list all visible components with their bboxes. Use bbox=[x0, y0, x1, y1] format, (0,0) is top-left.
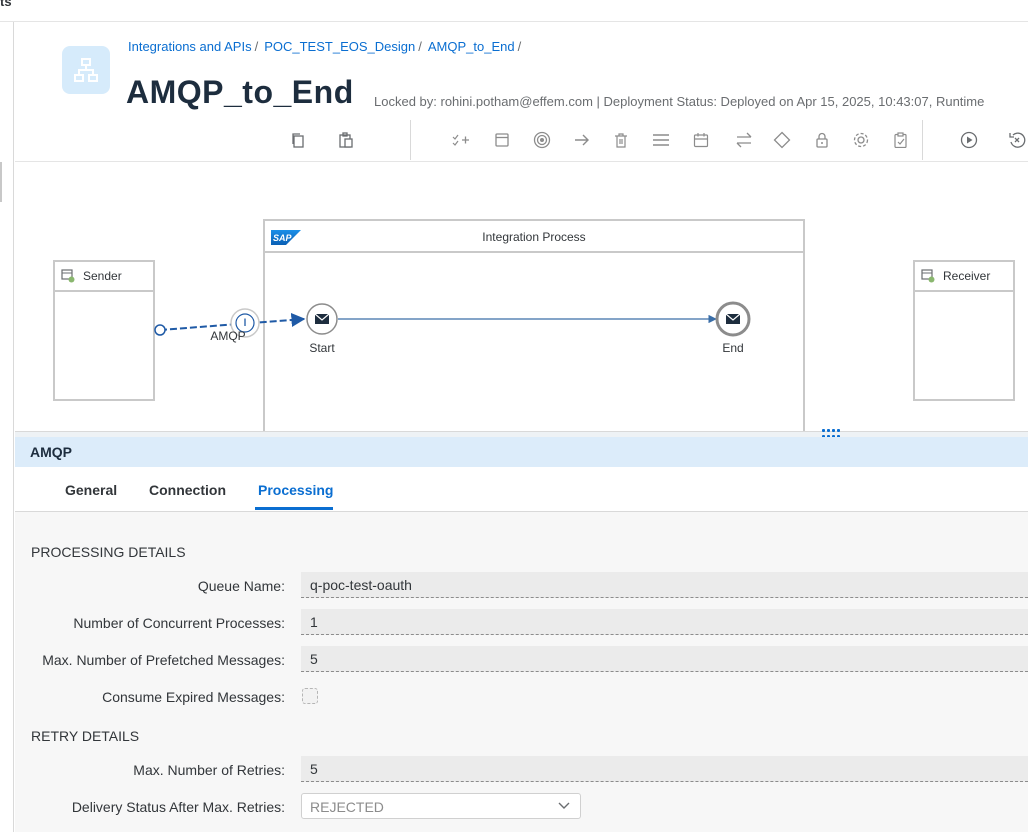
tab-processing[interactable]: Processing bbox=[258, 482, 333, 498]
integration-flow-icon bbox=[62, 46, 110, 94]
canvas-toolbar bbox=[15, 120, 1028, 160]
max-retries-label: Max. Number of Retries: bbox=[133, 762, 285, 778]
breadcrumb-link-integrations[interactable]: Integrations and APIs bbox=[128, 39, 252, 54]
delivery-status-value: REJECTED bbox=[310, 799, 384, 815]
object-header: Integrations and APIs / POC_TEST_EOS_Desig… bbox=[15, 22, 1028, 162]
tab-connection[interactable]: Connection bbox=[149, 482, 226, 498]
active-tab-indicator bbox=[255, 507, 333, 510]
copy-icon[interactable] bbox=[286, 128, 310, 152]
processing-form: PROCESSING DETAILS Queue Name: q-poc-tes… bbox=[15, 512, 1028, 832]
process-canvas[interactable]: Sender SAP Integration Process Receiver bbox=[15, 162, 1028, 432]
delivery-status-label: Delivery Status After Max. Retries: bbox=[71, 799, 285, 815]
delete-icon[interactable] bbox=[609, 128, 633, 152]
queue-name-input[interactable]: q-poc-test-oauth bbox=[301, 572, 1028, 598]
breadcrumb-separator: / bbox=[418, 39, 422, 54]
gateway-icon[interactable] bbox=[770, 128, 794, 152]
delivery-status-select[interactable]: REJECTED bbox=[301, 793, 581, 819]
breadcrumb-link-package[interactable]: POC_TEST_EOS_Design bbox=[264, 39, 415, 54]
left-rail-marker bbox=[0, 162, 2, 202]
undo-icon[interactable] bbox=[1005, 128, 1028, 152]
toolbar-separator bbox=[410, 120, 411, 160]
start-event-icon[interactable] bbox=[306, 303, 338, 335]
processing-details-heading: PROCESSING DETAILS bbox=[31, 544, 186, 560]
concurrent-processes-input[interactable]: 1 bbox=[301, 609, 1028, 635]
chevron-down-icon bbox=[558, 802, 570, 809]
queue-name-label: Queue Name: bbox=[197, 578, 285, 594]
breadcrumb: Integrations and APIs / POC_TEST_EOS_Desig… bbox=[128, 39, 527, 54]
start-label: Start bbox=[309, 341, 335, 355]
end-label: End bbox=[722, 341, 744, 355]
end-event-icon[interactable] bbox=[715, 301, 751, 337]
add-validation-icon[interactable] bbox=[449, 128, 473, 152]
play-icon[interactable] bbox=[957, 128, 981, 152]
channel-start-handle[interactable] bbox=[154, 324, 166, 336]
lock-deployment-status: Locked by: rohini.potham@effem.com | Dep… bbox=[374, 94, 985, 109]
consume-expired-label: Consume Expired Messages: bbox=[102, 689, 285, 705]
left-rail bbox=[0, 22, 14, 832]
paste-icon[interactable] bbox=[334, 128, 358, 152]
consume-expired-checkbox[interactable] bbox=[302, 688, 318, 704]
frame-icon[interactable] bbox=[490, 128, 514, 152]
target-icon[interactable] bbox=[530, 128, 554, 152]
prefetched-messages-label: Max. Number of Prefetched Messages: bbox=[42, 652, 285, 668]
clipboard-check-icon[interactable] bbox=[889, 128, 913, 152]
prefetched-messages-input[interactable]: 5 bbox=[301, 646, 1028, 672]
integration-flow-editor: ts Integrations and APIs / POC_TEST_EOS_De… bbox=[0, 0, 1028, 832]
breadcrumb-separator: / bbox=[254, 39, 259, 54]
concurrent-processes-label: Number of Concurrent Processes: bbox=[73, 615, 285, 631]
properties-title: AMQP bbox=[15, 437, 1028, 467]
page-title: AMQP_to_End bbox=[126, 74, 354, 110]
breadcrumb-link-flow[interactable]: AMQP_to_End bbox=[428, 39, 515, 54]
lock-icon[interactable] bbox=[810, 128, 834, 152]
arrow-right-icon[interactable] bbox=[570, 128, 594, 152]
top-strip-text: ts bbox=[0, 0, 12, 9]
menu-icon[interactable] bbox=[649, 128, 673, 152]
breadcrumb-separator: / bbox=[517, 39, 522, 54]
toolbar-separator bbox=[922, 120, 923, 160]
swap-icon[interactable] bbox=[732, 128, 756, 152]
channel-label: AMQP bbox=[210, 329, 246, 343]
flow-connectors bbox=[154, 301, 751, 338]
max-retries-input[interactable]: 5 bbox=[301, 756, 1028, 782]
properties-tabs: General Connection Processing bbox=[15, 467, 1028, 512]
tab-general[interactable]: General bbox=[65, 482, 117, 498]
calendar-icon[interactable] bbox=[689, 128, 713, 152]
settings-icon[interactable] bbox=[849, 128, 873, 152]
retry-details-heading: RETRY DETAILS bbox=[31, 728, 140, 744]
top-strip: ts bbox=[0, 0, 1028, 22]
